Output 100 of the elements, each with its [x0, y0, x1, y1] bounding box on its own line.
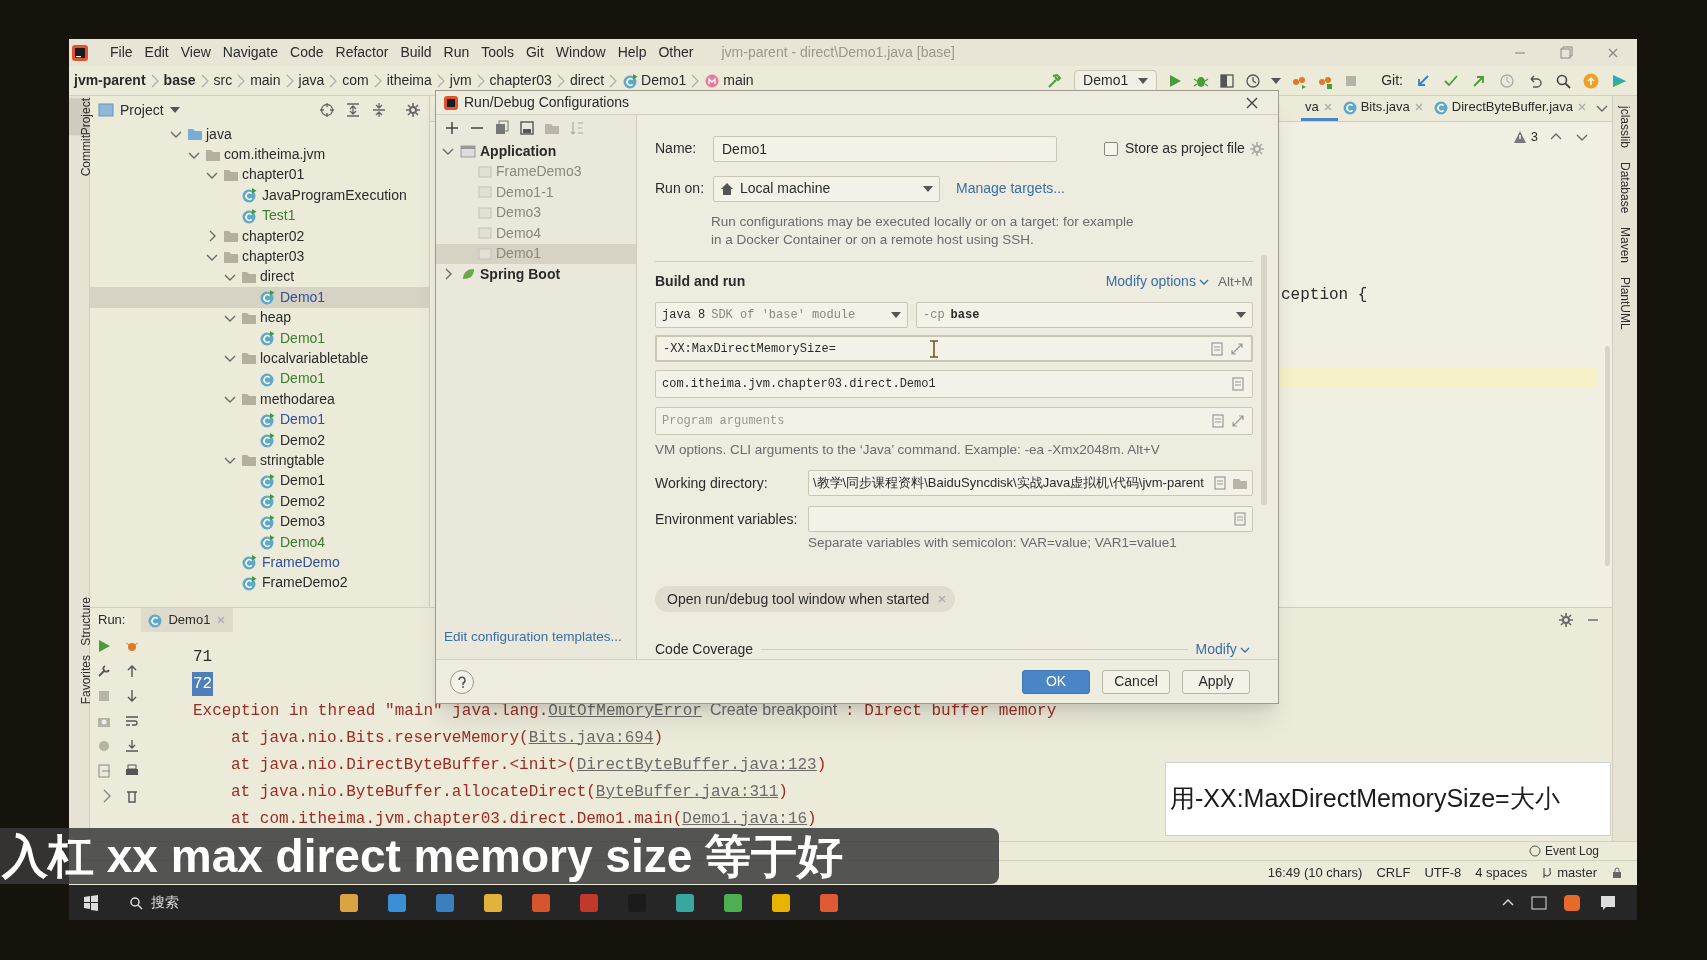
- tool-window-tab[interactable]: Favorites: [69, 655, 90, 705]
- app-icon[interactable]: [675, 892, 695, 913]
- manage-targets-link[interactable]: Manage targets...: [956, 178, 1065, 200]
- hammer-icon[interactable]: [1046, 72, 1063, 89]
- vm-options-field[interactable]: -XX:MaxDirectMemorySize=: [655, 334, 1253, 363]
- menu-item[interactable]: Tools: [475, 42, 520, 63]
- app-icon[interactable]: [819, 892, 839, 913]
- app-icon[interactable]: [531, 892, 551, 913]
- tool-window-tab[interactable]: Maven: [1616, 227, 1634, 264]
- taskbar-search[interactable]: 搜索: [129, 892, 179, 913]
- tree-item[interactable]: java: [90, 124, 429, 145]
- console-link[interactable]: Bits.java:694: [528, 728, 654, 747]
- app-icon[interactable]: [771, 892, 791, 913]
- tree-item[interactable]: methodarea: [90, 389, 429, 410]
- tree-item[interactable]: FrameDemo2: [90, 572, 429, 593]
- run-on-dropdown[interactable]: Local machine: [713, 175, 940, 202]
- tree-item[interactable]: Test1: [90, 205, 429, 226]
- event-log-button[interactable]: Event Log: [1528, 842, 1599, 860]
- git-branch[interactable]: master: [1541, 863, 1597, 883]
- search-icon[interactable]: [1555, 72, 1571, 89]
- breadcrumb-item[interactable]: src: [213, 70, 233, 91]
- config-group[interactable]: Spring Boot: [436, 264, 636, 285]
- menu-item[interactable]: Run: [437, 42, 476, 63]
- clock-icon[interactable]: [1245, 72, 1262, 89]
- menu-item[interactable]: Edit: [138, 42, 175, 63]
- scroll-end-icon[interactable]: [124, 738, 140, 754]
- breadcrumb-item[interactable]: main: [704, 70, 754, 91]
- menu-item[interactable]: Git: [519, 42, 550, 63]
- tree-item[interactable]: Demo2: [90, 491, 429, 512]
- breadcrumb-item[interactable]: chapter03: [489, 70, 552, 91]
- classpath-dropdown[interactable]: -cp base: [916, 301, 1253, 328]
- notification-icon[interactable]: [1599, 893, 1617, 912]
- maximize-icon[interactable]: [1559, 45, 1573, 60]
- locate-icon[interactable]: [319, 102, 335, 118]
- update-arrow-icon[interactable]: [1415, 72, 1431, 89]
- tree-item[interactable]: Demo1: [90, 368, 429, 390]
- tree-item[interactable]: JavaProgramExecution: [90, 185, 429, 206]
- menu-item[interactable]: Help: [611, 42, 653, 63]
- app-icon[interactable]: [435, 892, 455, 913]
- wrench-icon[interactable]: [96, 663, 112, 679]
- modify-options-link[interactable]: Modify options: [1105, 271, 1210, 293]
- copy-icon[interactable]: [494, 120, 510, 136]
- menu-item[interactable]: Refactor: [329, 42, 395, 63]
- tree-item[interactable]: Demo1: [90, 327, 429, 349]
- main-class-field[interactable]: com.itheima.jvm.chapter03.direct.Demo1: [655, 370, 1253, 399]
- windows-logo-icon[interactable]: [83, 894, 99, 911]
- breadcrumb-item[interactable]: com: [342, 70, 369, 91]
- tree-item[interactable]: Demo3: [90, 511, 429, 532]
- tool-window-tab[interactable]: PlantUML: [1616, 277, 1634, 331]
- menu-item[interactable]: Other: [652, 42, 700, 63]
- expand-icon[interactable]: [1228, 340, 1245, 357]
- cursor-position[interactable]: 16:49 (10 chars): [1267, 863, 1363, 883]
- menu-item[interactable]: View: [174, 42, 217, 63]
- editor-tab[interactable]: Bits.java: [1337, 95, 1429, 121]
- tree-item[interactable]: Demo1: [90, 470, 429, 492]
- breadcrumb-item[interactable]: itheima: [386, 70, 432, 91]
- project-view-selector[interactable]: Project: [120, 99, 180, 121]
- menu-item[interactable]: File: [104, 42, 139, 63]
- editor-tab[interactable]: DirectByteBuffer.java: [1428, 95, 1592, 121]
- warning-count[interactable]: 3: [1512, 127, 1538, 147]
- config-group[interactable]: Application: [436, 141, 636, 162]
- help-button[interactable]: [450, 669, 474, 694]
- expand-icon[interactable]: [1229, 413, 1246, 430]
- dialog-button[interactable]: Apply: [1182, 669, 1250, 694]
- breadcrumb-item[interactable]: base: [163, 70, 196, 91]
- app-icon[interactable]: [723, 892, 743, 913]
- tree-item[interactable]: com.itheima.jvm: [90, 144, 429, 165]
- tree-item[interactable]: chapter03: [90, 246, 429, 267]
- trash-icon[interactable]: [124, 788, 140, 804]
- console-link[interactable]: ByteBuffer.java:311: [595, 782, 779, 801]
- breadcrumb-item[interactable]: jvm-parent: [74, 70, 146, 91]
- app-icon[interactable]: [483, 892, 503, 913]
- tree-item[interactable]: stringtable: [90, 450, 429, 471]
- run-icon[interactable]: [96, 638, 112, 654]
- coverage-icon[interactable]: [1219, 72, 1236, 89]
- breadcrumb-item[interactable]: jvm: [449, 70, 472, 91]
- console-link[interactable]: Demo1.java:16: [682, 809, 808, 828]
- line-ending[interactable]: CRLF: [1376, 863, 1411, 883]
- tree-item[interactable]: direct: [90, 266, 429, 288]
- save-icon[interactable]: [519, 120, 535, 136]
- run-config-dropdown[interactable]: Demo1: [1074, 69, 1158, 92]
- expand-all-icon[interactable]: [345, 102, 361, 118]
- menu-item[interactable]: Build: [394, 42, 438, 63]
- tree-item[interactable]: FrameDemo: [90, 552, 429, 573]
- breadcrumb-item[interactable]: java: [298, 70, 325, 91]
- modify-link[interactable]: Modify: [1195, 639, 1251, 661]
- run-tab[interactable]: Demo1: [141, 608, 234, 632]
- update-badge-icon[interactable]: [1583, 72, 1599, 89]
- menu-item[interactable]: Window: [549, 42, 612, 63]
- add-icon[interactable]: [444, 120, 460, 136]
- dialog-button[interactable]: Cancel: [1102, 669, 1170, 694]
- tree-item[interactable]: localvariabletable: [90, 348, 429, 369]
- lock-icon[interactable]: [1611, 867, 1623, 879]
- tree-item[interactable]: Demo1: [90, 409, 429, 430]
- app-icon[interactable]: [339, 892, 359, 913]
- jre-dropdown[interactable]: java 8 SDK of 'base' module: [655, 301, 908, 328]
- breadcrumb-item[interactable]: main: [250, 70, 281, 91]
- wrap-icon[interactable]: [124, 713, 140, 729]
- indent-setting[interactable]: 4 spaces: [1475, 863, 1528, 883]
- tool-window-tab[interactable]: Structure: [69, 596, 90, 646]
